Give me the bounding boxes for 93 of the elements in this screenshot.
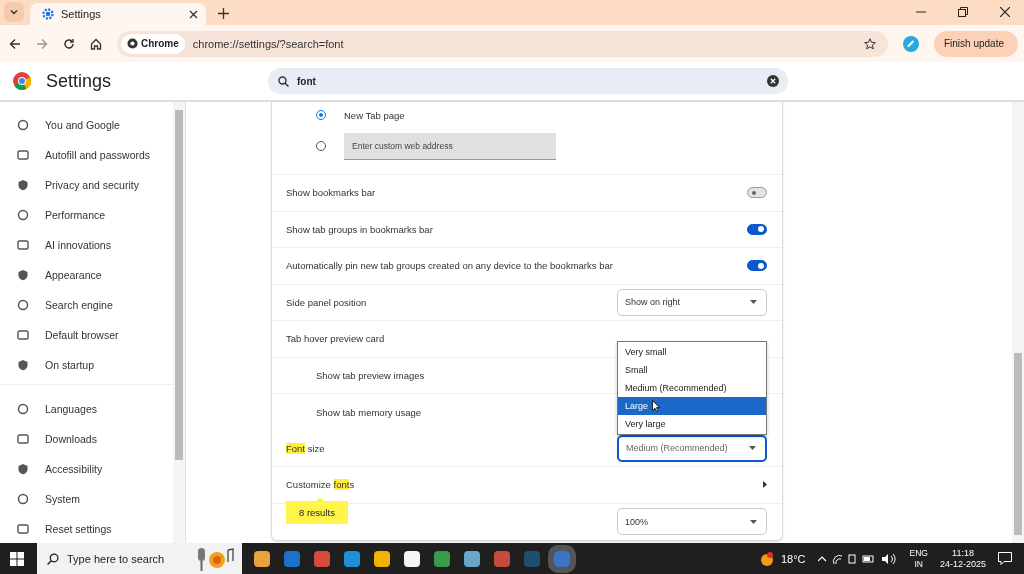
address-input[interactable]: Enter custom web address [344,132,556,160]
sidebar-item[interactable]: Default browser [0,320,173,350]
scrollbar[interactable] [173,102,185,543]
cursor-icon [652,399,661,412]
menu-item-icon [17,209,29,221]
weather-icon [758,550,775,567]
sidebar-item[interactable]: Search engine [0,290,173,320]
star-icon[interactable] [863,37,876,50]
menu-item-icon [17,463,29,475]
language-indicator[interactable]: ENG IN [909,547,928,570]
sidebar-item[interactable]: You and Google [0,110,173,140]
menu-item-icon [17,179,29,191]
sidebar-item[interactable]: Accessibility [0,454,173,484]
search-icon [47,552,59,565]
caret-icon [749,446,756,451]
dropdown[interactable]: 100% [617,508,767,536]
menu-item-icon [17,269,29,281]
menu-item-icon [17,493,29,505]
gear-icon [42,8,54,20]
menu-item-icon [17,149,29,161]
toggle-switch[interactable] [747,260,767,272]
sidebar-item[interactable]: Reset settings [0,514,173,544]
dropdown[interactable]: Medium (Recommended) [617,434,767,462]
url-text: chrome://settings/?search=font [192,37,345,50]
scrollbar[interactable] [1012,102,1024,543]
windows-start-icon[interactable] [10,551,24,566]
setting-label: Show bookmarks bar [286,187,376,199]
dropdown-option[interactable]: Medium (Recommended) [618,378,766,397]
app-icon[interactable] [374,550,390,567]
caret-icon [750,519,757,524]
sidebar-item[interactable]: Downloads [0,424,173,454]
setting-label: Automatically pin new tab groups created on any device to the bookmarks bar [286,260,613,272]
dropdown-option[interactable]: Small [618,360,766,379]
tab-search-button[interactable] [4,2,24,22]
sidebar-item[interactable]: Appearance [0,260,173,290]
system-tray-drawing[interactable] [817,552,898,565]
sidebar-item[interactable]: Privacy and security [0,170,173,200]
notification-icon[interactable] [998,552,1012,565]
results-tooltip: 8 results [286,500,348,524]
setting-label: Show tab memory usage [316,406,422,418]
home-icon[interactable] [90,37,102,50]
setting-label: Tab hover preview card [286,333,385,345]
sidebar-item[interactable]: System [0,484,173,514]
clear-icon[interactable] [767,75,779,87]
dropdown-option[interactable]: Very large [618,414,766,433]
menu-item-icon [17,403,29,415]
taskbar-search-field[interactable]: Type here to search [37,543,242,574]
sidebar-item[interactable]: Languages [0,394,173,424]
menu-item-icon [17,239,29,251]
setting-label: Show tab preview images [316,370,425,382]
dropdown[interactable]: Show on right [617,288,767,316]
menu-item-icon [17,359,29,371]
toggle-switch[interactable] [747,223,767,235]
reload-icon[interactable] [63,37,75,50]
sidebar-item[interactable]: Autofill and passwords [0,140,173,170]
caret-icon [750,300,757,305]
profile-icon[interactable] [902,35,919,52]
close-icon[interactable] [1000,7,1010,17]
menu-item-icon [17,523,29,535]
back-icon[interactable] [9,37,21,50]
restore-icon[interactable] [958,7,968,17]
radio-label: New Tab page [344,109,405,121]
address-bar[interactable]: Chrome chrome://settings/?search=font [117,30,888,57]
search-icon [278,75,289,87]
page-title: Settings [46,70,113,92]
arrow-right-icon[interactable] [763,481,767,489]
chrome-icon [127,38,138,49]
sidebar-item[interactable]: AI innovations [0,230,173,260]
search-field[interactable]: font [268,68,788,94]
dropdown-option[interactable]: Very small [618,342,766,361]
setting-label: Font size [286,442,325,454]
site-chip[interactable]: Chrome [121,33,185,54]
browser-tab[interactable]: Settings [30,3,206,25]
caret-icon [9,7,19,17]
dropdown-option[interactable]: Large [618,396,766,415]
app-icon[interactable] [254,550,270,567]
app-icon[interactable] [464,550,480,567]
temperature: 18°C [780,552,806,565]
clock[interactable]: 11:18 24-12-2025 [939,547,986,570]
menu-item-icon [17,119,29,131]
setting-label: Show tab groups in bookmarks bar [286,223,433,235]
close-icon[interactable] [189,9,198,19]
menu-item-icon [17,433,29,445]
new-tab-icon[interactable] [218,8,229,19]
chrome-logo [13,72,31,90]
toggle-switch[interactable] [747,187,767,199]
setting-label: Side panel position [286,296,367,308]
sidebar-item[interactable]: On startup [0,350,173,380]
finish-update-button[interactable]: Finish update [933,30,1018,57]
sidebar-item[interactable]: Performance [0,200,173,230]
menu-item-icon [17,329,29,341]
menu-item-icon [17,299,29,311]
app-icon[interactable] [404,550,420,567]
